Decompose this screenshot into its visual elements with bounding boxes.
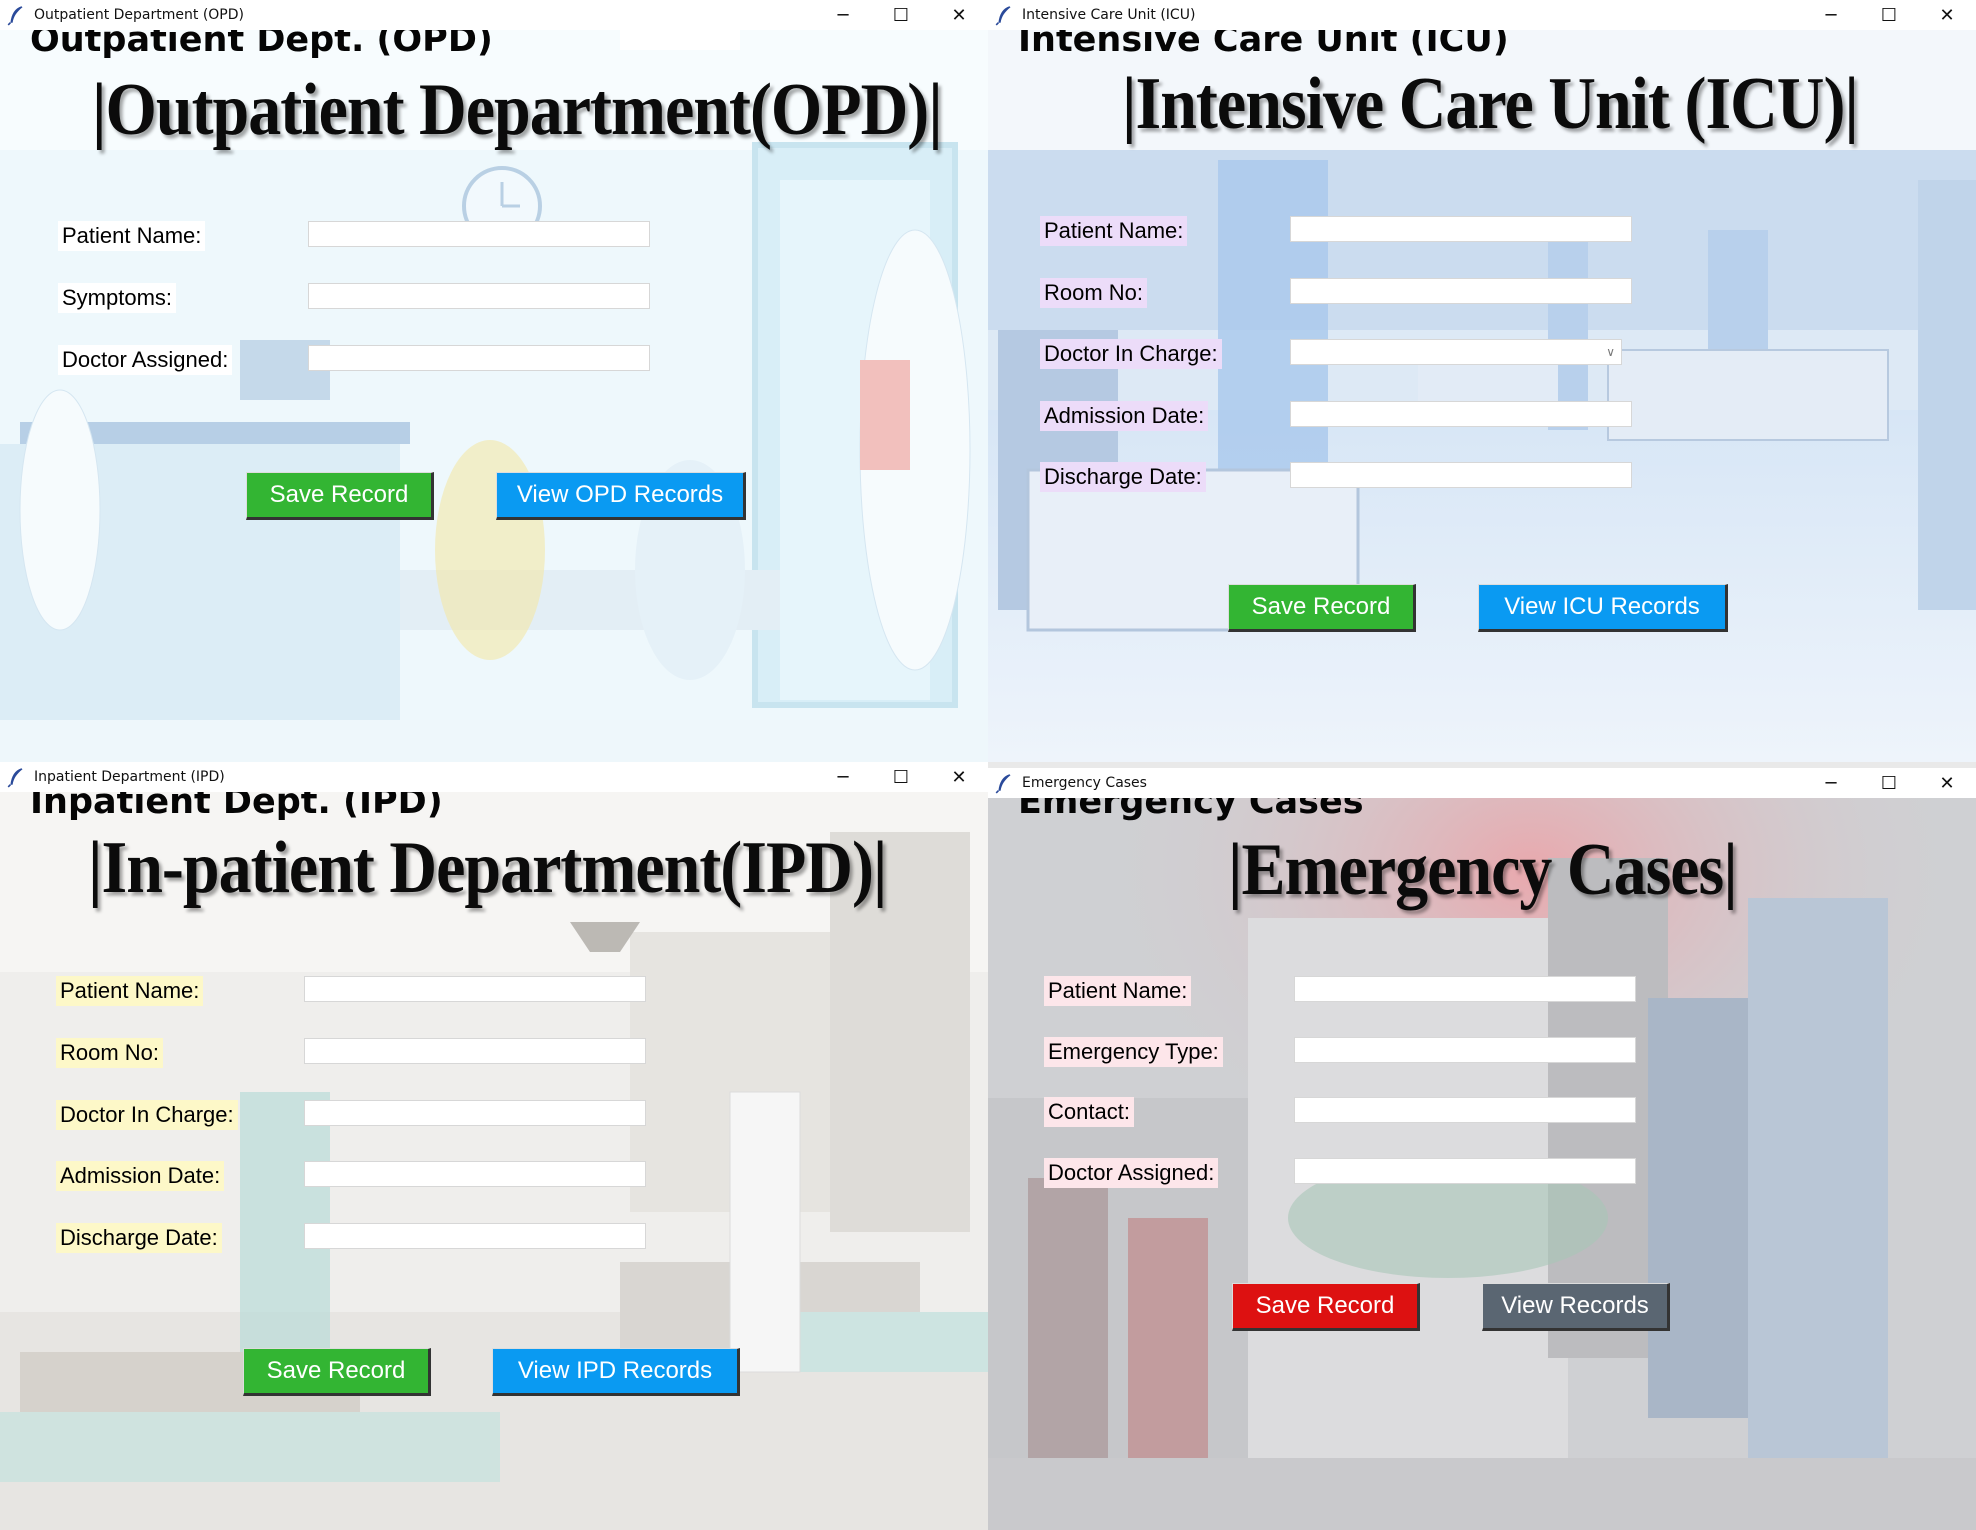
emergency-type-input[interactable] [1294, 1037, 1636, 1063]
discharge-date-input[interactable] [1290, 462, 1632, 488]
contact-label: Contact: [1044, 1097, 1134, 1127]
emergency-titlebar[interactable]: Emergency Cases ─ ☐ ✕ [988, 768, 1976, 798]
room-no-input[interactable] [304, 1038, 646, 1064]
minimize-icon[interactable]: ─ [1802, 0, 1860, 30]
close-icon[interactable]: ✕ [930, 0, 988, 30]
minimize-icon[interactable]: ─ [814, 0, 872, 30]
view-icu-records-button[interactable]: View ICU Records [1478, 584, 1728, 632]
window-title: Inpatient Department (IPD) [34, 769, 225, 785]
doctor-assigned-input[interactable] [308, 345, 650, 371]
icu-window: Intensive Care Unit (ICU) ─ ☐ ✕ Intensiv… [988, 0, 1976, 762]
doctor-in-charge-label: Doctor In Charge: [56, 1100, 238, 1130]
patient-name-label: Patient Name: [1044, 976, 1192, 1006]
department-banner: |In-patient Department(IPD)| [88, 827, 887, 909]
patient-name-input[interactable] [1294, 976, 1636, 1002]
view-records-button[interactable]: View Records [1482, 1283, 1670, 1331]
doctor-assigned-label: Doctor Assigned: [58, 345, 233, 375]
emergency-window: Emergency Cases ─ ☐ ✕ Emergency Cases |E… [988, 768, 1976, 1530]
save-record-button[interactable]: Save Record [243, 1348, 431, 1396]
window-title: Intensive Care Unit (ICU) [1022, 7, 1196, 23]
save-record-button[interactable]: Save Record [246, 472, 434, 520]
view-ipd-records-button[interactable]: View IPD Records [492, 1348, 740, 1396]
feather-icon [7, 6, 23, 26]
maximize-icon[interactable]: ☐ [872, 762, 930, 792]
admission-date-input[interactable] [1290, 401, 1632, 427]
patient-name-label: Patient Name: [58, 221, 206, 251]
opd-window: Outpatient Department (OPD) ─ ☐ ✕ Outpat… [0, 0, 988, 762]
feather-icon [995, 774, 1011, 794]
symptoms-input[interactable] [308, 283, 650, 309]
patient-name-label: Patient Name: [1040, 216, 1188, 246]
minimize-icon[interactable]: ─ [814, 762, 872, 792]
discharge-date-label: Discharge Date: [56, 1223, 222, 1253]
ipd-content: Inpatient Dept. (IPD) |In-patient Depart… [0, 782, 988, 1530]
opd-titlebar[interactable]: Outpatient Department (OPD) ─ ☐ ✕ [0, 0, 988, 30]
save-record-button[interactable]: Save Record [1228, 584, 1416, 632]
ipd-window: Inpatient Department (IPD) ─ ☐ ✕ Inpatie… [0, 762, 988, 1530]
room-no-input[interactable] [1290, 278, 1632, 304]
icu-titlebar[interactable]: Intensive Care Unit (ICU) ─ ☐ ✕ [988, 0, 1976, 30]
doctor-in-charge-input[interactable] [304, 1100, 646, 1126]
doctor-assigned-input[interactable] [1294, 1158, 1636, 1184]
emergency-content: Emergency Cases |Emergency Cases| Patien… [988, 782, 1976, 1530]
admission-date-label: Admission Date: [1040, 401, 1209, 431]
discharge-date-label: Discharge Date: [1040, 462, 1206, 492]
doctor-in-charge-label: Doctor In Charge: [1040, 339, 1222, 369]
minimize-icon[interactable]: ─ [1802, 768, 1860, 798]
department-banner: |Emergency Cases| [1228, 829, 1738, 911]
patient-name-label: Patient Name: [56, 976, 204, 1006]
department-banner: |Intensive Care Unit (ICU)| [1122, 63, 1859, 145]
maximize-icon[interactable]: ☐ [1860, 0, 1918, 30]
window-title: Outpatient Department (OPD) [34, 7, 244, 23]
ipd-titlebar[interactable]: Inpatient Department (IPD) ─ ☐ ✕ [0, 762, 988, 792]
room-no-label: Room No: [1040, 278, 1148, 308]
chevron-down-icon[interactable]: ∨ [1606, 345, 1615, 359]
admission-date-input[interactable] [304, 1161, 646, 1187]
patient-name-input[interactable] [304, 976, 646, 1002]
doctor-assigned-label: Doctor Assigned: [1044, 1158, 1219, 1188]
maximize-icon[interactable]: ☐ [872, 0, 930, 30]
emergency-type-label: Emergency Type: [1044, 1037, 1223, 1067]
maximize-icon[interactable]: ☐ [1860, 768, 1918, 798]
feather-icon [995, 6, 1011, 26]
admission-date-label: Admission Date: [56, 1161, 225, 1191]
symptoms-label: Symptoms: [58, 283, 177, 313]
opd-content: Outpatient Dept. (OPD) |Outpatient Depar… [0, 20, 988, 762]
save-record-button[interactable]: Save Record [1232, 1283, 1420, 1331]
patient-name-input[interactable] [308, 221, 650, 247]
window-title: Emergency Cases [1022, 775, 1147, 791]
doctor-in-charge-dropdown[interactable]: ∨ [1290, 339, 1622, 365]
view-opd-records-button[interactable]: View OPD Records [496, 472, 746, 520]
room-no-label: Room No: [56, 1038, 164, 1068]
contact-input[interactable] [1294, 1097, 1636, 1123]
department-banner: |Outpatient Department(OPD)| [92, 69, 943, 151]
close-icon[interactable]: ✕ [1918, 768, 1976, 798]
icu-content: Intensive Care Unit (ICU) |Intensive Car… [988, 20, 1976, 762]
feather-icon [7, 768, 23, 788]
close-icon[interactable]: ✕ [930, 762, 988, 792]
patient-name-input[interactable] [1290, 216, 1632, 242]
close-icon[interactable]: ✕ [1918, 0, 1976, 30]
discharge-date-input[interactable] [304, 1223, 646, 1249]
